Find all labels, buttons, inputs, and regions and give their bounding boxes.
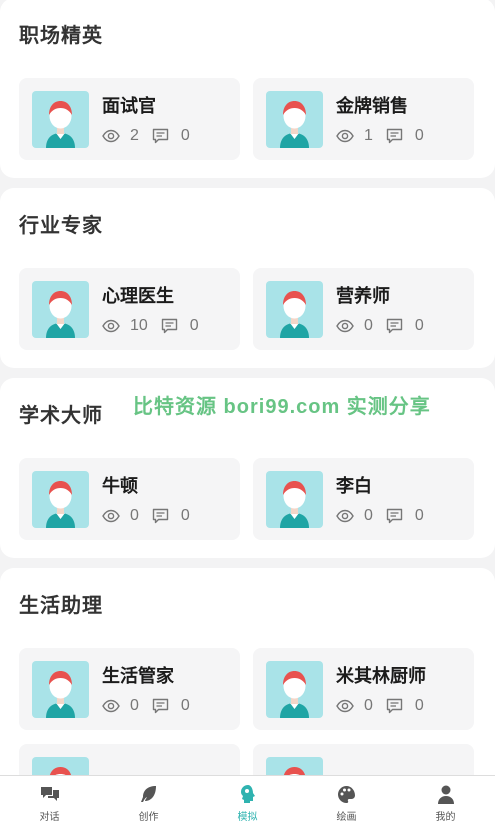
- view-count: 1: [364, 126, 373, 144]
- comment-count: 0: [180, 126, 190, 144]
- tab-draw[interactable]: 绘画: [297, 776, 396, 824]
- avatar-icon: [266, 470, 323, 528]
- palette-icon: [337, 784, 356, 804]
- comment-icon: [152, 698, 174, 714]
- role-card-partial[interactable]: [19, 744, 240, 775]
- avatar-icon: [266, 756, 323, 775]
- eye-icon: [102, 319, 125, 333]
- role-card-newton[interactable]: 牛顿 0 0: [19, 458, 240, 540]
- role-card-butler[interactable]: 生活管家 0 0: [19, 648, 240, 730]
- role-card-nutritionist[interactable]: 营养师 0 0: [253, 268, 474, 350]
- role-name: 生活管家: [102, 665, 174, 686]
- eye-icon: [336, 129, 359, 143]
- role-name: 牛顿: [102, 475, 138, 496]
- comment-count: 0: [414, 126, 424, 144]
- leaf-icon: [140, 784, 158, 804]
- view-count: 0: [130, 696, 139, 714]
- section-title: 生活助理: [19, 595, 103, 617]
- section-career-elite: 职场精英 面试官 2 0 金牌销售 1 0: [0, 0, 495, 178]
- avatar-icon: [266, 660, 323, 718]
- role-card-interviewer[interactable]: 面试官 2 0: [19, 78, 240, 160]
- tab-chat[interactable]: 对话: [0, 776, 99, 824]
- tab-label: 创作: [138, 812, 159, 823]
- role-name: 李白: [336, 475, 372, 496]
- tab-mine[interactable]: 我的: [396, 776, 495, 824]
- avatar-icon: [32, 660, 89, 718]
- view-count: 10: [130, 316, 148, 334]
- comment-count: 0: [189, 316, 199, 334]
- eye-icon: [102, 129, 125, 143]
- tab-label: 对话: [39, 812, 60, 823]
- view-count: 0: [364, 316, 373, 334]
- view-count: 0: [364, 506, 373, 524]
- eye-icon: [336, 699, 359, 713]
- comment-count: 0: [180, 696, 190, 714]
- comment-icon: [386, 128, 408, 144]
- eye-icon: [336, 319, 359, 333]
- bottom-tab-bar: 对话 创作 模拟 绘画 我的: [0, 775, 495, 824]
- watermark-text: 比特资源 bori99.com 实测分享: [133, 396, 431, 418]
- avatar-icon: [32, 756, 89, 775]
- tab-label: 绘画: [336, 812, 357, 823]
- view-count: 2: [130, 126, 139, 144]
- user-icon: [437, 784, 455, 804]
- role-name: 面试官: [102, 95, 156, 116]
- comment-icon: [386, 318, 408, 334]
- tab-label: 我的: [435, 812, 456, 823]
- main-scroll-area[interactable]: 职场精英 面试官 2 0 金牌销售 1 0 行业专家 心理医生 10 0 营养师…: [0, 0, 495, 775]
- role-card-li-bai[interactable]: 李白 0 0: [253, 458, 474, 540]
- chat-icon: [40, 784, 60, 804]
- comment-count: 0: [414, 316, 424, 334]
- section-industry-experts: 行业专家 心理医生 10 0 营养师 0 0: [0, 188, 495, 368]
- tab-simulate[interactable]: 模拟: [198, 776, 297, 824]
- role-name: 米其林厨师: [336, 665, 426, 686]
- section-title: 职场精英: [19, 25, 103, 47]
- comment-icon: [152, 128, 174, 144]
- avatar-icon: [32, 280, 89, 338]
- role-name: 营养师: [336, 285, 390, 306]
- view-count: 0: [364, 696, 373, 714]
- eye-icon: [102, 699, 125, 713]
- head-icon: [239, 784, 257, 804]
- role-name: 心理医生: [102, 285, 174, 306]
- avatar-icon: [266, 280, 323, 338]
- avatar-icon: [32, 90, 89, 148]
- tab-label: 模拟: [237, 812, 258, 823]
- comment-icon: [386, 698, 408, 714]
- role-name: 金牌销售: [336, 95, 408, 116]
- comment-count: 0: [414, 506, 424, 524]
- eye-icon: [336, 509, 359, 523]
- section-title: 行业专家: [19, 215, 103, 237]
- comment-icon: [161, 318, 183, 334]
- avatar-icon: [32, 470, 89, 528]
- role-card-partial[interactable]: [253, 744, 474, 775]
- comment-icon: [152, 508, 174, 524]
- role-card-gold-sales[interactable]: 金牌销售 1 0: [253, 78, 474, 160]
- avatar-icon: [266, 90, 323, 148]
- role-card-michelin-chef[interactable]: 米其林厨师 0 0: [253, 648, 474, 730]
- comment-count: 0: [180, 506, 190, 524]
- eye-icon: [102, 509, 125, 523]
- comment-icon: [386, 508, 408, 524]
- section-life-assistants: 生活助理 生活管家 0 0 米其林厨师 0 0: [0, 568, 495, 775]
- comment-count: 0: [414, 696, 424, 714]
- role-card-psychologist[interactable]: 心理医生 10 0: [19, 268, 240, 350]
- view-count: 0: [130, 506, 139, 524]
- tab-create[interactable]: 创作: [99, 776, 198, 824]
